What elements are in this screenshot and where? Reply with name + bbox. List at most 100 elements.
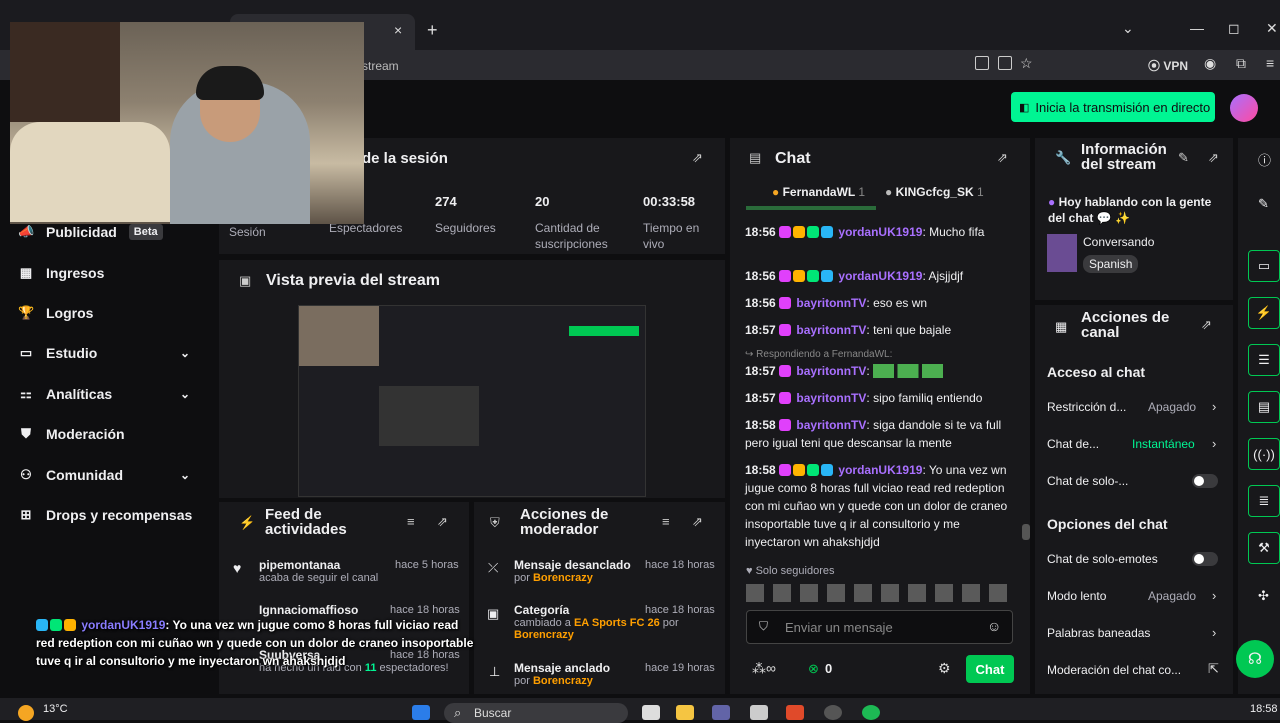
list-item[interactable]: Mensaje anclado por Borencrazy <box>514 661 610 687</box>
profile-icon[interactable]: ◉ <box>1204 55 1216 72</box>
list-item[interactable]: Ignnaciomaffioso <box>259 603 358 617</box>
emote-picker-row[interactable] <box>746 584 1014 602</box>
sidebar-item-publicidad[interactable]: 📣 Publicidad Beta <box>18 224 163 240</box>
vpn-badge[interactable]: ⦿ VPN <box>1148 57 1188 74</box>
maximize-icon[interactable]: ◻ <box>1228 20 1240 37</box>
tab-list-icon[interactable]: ⌄ <box>1122 20 1134 37</box>
chat-message[interactable]: 18:58 yordanUK1919: Yo una vez wn jugue … <box>745 461 1015 551</box>
msg-user[interactable]: yordanUK1919 <box>838 269 922 283</box>
folder-icon[interactable] <box>676 705 694 720</box>
close-window-icon[interactable]: ✕ <box>1266 20 1278 37</box>
gamepad-icon[interactable]: ✣ <box>1258 588 1269 604</box>
setting-label[interactable]: Palabras baneadas <box>1047 626 1150 640</box>
msg-user[interactable]: bayritonnTV <box>796 296 866 310</box>
chat-message[interactable]: 18:57 bayritonnTV: sipo familiq entiendo <box>745 389 1015 407</box>
chevron-right-icon[interactable]: › <box>1212 399 1216 414</box>
chat-message[interactable]: 18:57 bayritonnTV: teni que bajale <box>745 321 1015 339</box>
msg-user[interactable]: yordanUK1919 <box>838 463 922 477</box>
msg-user[interactable]: bayritonnTV <box>796 364 866 378</box>
top-chatter-1[interactable]: ● FernandaWL 1 <box>772 185 865 199</box>
popout-icon[interactable]: ⇗ <box>1208 150 1219 166</box>
sidebar-item-ingresos[interactable]: ▦ Ingresos <box>18 265 105 281</box>
msg-user[interactable]: yordanUK1919 <box>838 225 922 239</box>
list-item[interactable]: Mensaje desanclado por Borencrazy <box>514 558 631 584</box>
new-tab-icon[interactable]: + <box>427 20 438 41</box>
sidebar-item-moderacion[interactable]: ⛊ Moderación <box>18 426 124 442</box>
browser-icon[interactable] <box>786 705 804 720</box>
download-icon[interactable] <box>998 56 1012 70</box>
info-icon[interactable]: ⓘ <box>1258 150 1271 169</box>
gear-icon[interactable]: ⚙ <box>938 660 951 677</box>
msg-user[interactable]: bayritonnTV <box>796 391 866 405</box>
avatar[interactable] <box>1230 94 1258 122</box>
emoji-icon[interactable]: ☺ <box>987 618 1001 634</box>
popout-icon[interactable]: ⇗ <box>437 514 448 530</box>
sidebar-item-analiticas[interactable]: ⚏ Analíticas ⌄ <box>18 386 208 402</box>
taskview-icon[interactable] <box>642 705 660 720</box>
edit-icon[interactable]: ✎ <box>1178 150 1189 166</box>
chat-message[interactable]: 18:56 yordanUK1919: Mucho fifa <box>745 223 1015 241</box>
chat-scrollbar[interactable] <box>1022 524 1030 540</box>
category-name[interactable]: Conversando <box>1083 235 1154 249</box>
teams-icon[interactable] <box>712 705 730 720</box>
setting-toggle[interactable] <box>1192 552 1218 566</box>
tab-close-icon[interactable]: × <box>394 22 402 38</box>
rail-button-1[interactable]: ▭ <box>1248 250 1280 282</box>
setting-label[interactable]: Moderación del chat co... <box>1047 663 1181 677</box>
msg-user[interactable]: bayritonnTV <box>796 323 866 337</box>
external-link-icon[interactable]: ⇱ <box>1208 661 1219 677</box>
extensions-icon[interactable]: ⧉ <box>1236 55 1246 72</box>
top-chatter-2[interactable]: ● KINGcfcg_SK 1 <box>885 185 984 199</box>
spotify-icon[interactable] <box>862 705 880 720</box>
taskbar-clock[interactable]: 18:58 <box>1250 703 1278 715</box>
pencil-icon[interactable]: ✎ <box>1258 196 1269 212</box>
chat-message[interactable]: 18:58 bayritonnTV: siga dandole si te va… <box>745 416 1015 452</box>
popout-icon[interactable]: ⇗ <box>692 150 703 166</box>
rail-button-7[interactable]: ⚒ <box>1248 532 1280 564</box>
sidebar-item-comunidad[interactable]: ⚇ Comunidad ⌄ <box>18 467 208 483</box>
rail-button-4[interactable]: ▤ <box>1248 391 1280 423</box>
rail-button-2[interactable]: ⚡ <box>1248 297 1280 329</box>
rail-button-5[interactable]: ((·)) <box>1248 438 1280 470</box>
popout-icon[interactable]: ⇗ <box>1201 317 1212 333</box>
sidebar-item-logros[interactable]: 🏆 Logros <box>18 305 93 321</box>
setting-label[interactable]: Restricción d... <box>1047 400 1126 414</box>
screenshot-icon[interactable] <box>975 56 989 70</box>
setting-label[interactable]: Modo lento <box>1047 589 1106 603</box>
list-item[interactable]: pipemontanaa acaba de seguir el canal <box>259 558 378 584</box>
chat-settings-icon[interactable]: ⁂∞ <box>752 660 776 677</box>
minimize-icon[interactable]: — <box>1190 20 1204 36</box>
stream-preview-video[interactable] <box>298 305 646 497</box>
rail-button-6[interactable]: ≣ <box>1248 485 1280 517</box>
taskbar-search[interactable]: ⌕ Buscar <box>444 703 628 723</box>
bookmark-star-icon[interactable]: ☆ <box>1020 55 1033 72</box>
gift-icon: ⊞ <box>20 507 32 522</box>
chevron-right-icon[interactable]: › <box>1212 588 1216 603</box>
windows-start-icon[interactable] <box>412 705 430 720</box>
setting-label[interactable]: Chat de... <box>1047 437 1099 451</box>
sidebar-item-drops[interactable]: ⊞ Drops y recompensas <box>18 507 193 523</box>
people-icon: ⚇ <box>20 467 32 482</box>
support-icon[interactable]: ☊ <box>1236 640 1274 678</box>
popout-icon[interactable]: ⇗ <box>692 514 703 530</box>
store-icon[interactable] <box>750 705 768 720</box>
chat-message[interactable]: 18:57 bayritonnTV: <box>745 362 1015 380</box>
menu-icon[interactable]: ≡ <box>1266 55 1274 71</box>
badge-icon <box>779 392 792 404</box>
obs-icon[interactable] <box>824 705 842 720</box>
chat-message[interactable]: 18:56 yordanUK1919: Ajsjjdjf <box>745 267 1015 285</box>
chat-message[interactable]: 18:56 bayritonnTV: eso es wn <box>745 294 1015 312</box>
chevron-right-icon[interactable]: › <box>1212 625 1216 640</box>
msg-user[interactable]: bayritonnTV <box>796 418 866 432</box>
go-live-button[interactable]: ◧ Inicia la transmisión en directo <box>1011 92 1215 122</box>
sidebar-item-estudio[interactable]: ▭ Estudio ⌄ <box>18 345 208 361</box>
filter-icon[interactable]: ≡ <box>662 514 670 529</box>
popout-icon[interactable]: ⇗ <box>997 150 1008 166</box>
chat-input[interactable]: ⛉ Enviar un mensaje ☺ <box>746 610 1013 644</box>
weather-temp[interactable]: 13°C <box>43 703 68 715</box>
chat-send-button[interactable]: Chat <box>966 655 1014 683</box>
filter-icon[interactable]: ≡ <box>407 514 415 529</box>
setting-toggle[interactable] <box>1192 474 1218 488</box>
chevron-right-icon[interactable]: › <box>1212 436 1216 451</box>
rail-button-3[interactable]: ☰ <box>1248 344 1280 376</box>
